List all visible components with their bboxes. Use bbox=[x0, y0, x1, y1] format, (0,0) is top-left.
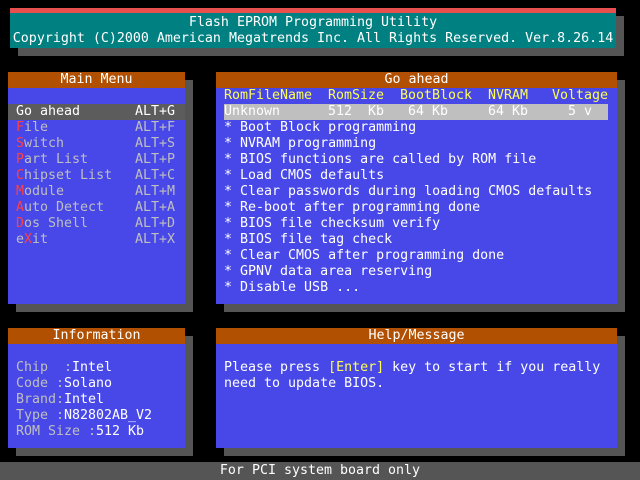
info-value-rom-size: 512 Kb bbox=[96, 424, 145, 439]
menu-item-label: odule bbox=[24, 184, 65, 199]
info-value-chip: Intel bbox=[72, 360, 113, 375]
menu-hotkey-letter: M bbox=[16, 184, 25, 199]
help-message-title: Help/Message bbox=[216, 328, 617, 344]
menu-hotkey-letter: S bbox=[16, 136, 25, 151]
info-label-rom-size: ROM Size bbox=[16, 424, 81, 439]
help-message-panel: Help/Message Please press [Enter] key to… bbox=[216, 328, 617, 448]
option-clear-passwords[interactable]: * Clear passwords during loading CMOS de… bbox=[224, 184, 592, 200]
information-panel: Information Chip : Intel Code : Solano B… bbox=[8, 328, 185, 448]
menu-shortcut: ALT+X bbox=[135, 232, 176, 247]
menu-item-part-list[interactable]: Part List ALT+P bbox=[8, 152, 185, 168]
app-title: Flash EPROM Programming Utility bbox=[188, 15, 438, 30]
option-clear-cmos-after-programming[interactable]: * Clear CMOS after programming done bbox=[224, 248, 504, 264]
info-colon: : bbox=[56, 376, 65, 391]
info-colon: : bbox=[56, 408, 65, 423]
menu-item-label: witch bbox=[24, 136, 65, 151]
column-header-romsize: RomSize bbox=[328, 88, 385, 103]
column-header-nvram: NVRAM bbox=[488, 88, 529, 103]
menu-item-label: ile bbox=[24, 120, 49, 135]
menu-item-label: it bbox=[32, 232, 49, 247]
menu-item-go-ahead[interactable]: Go ahead ALT+G bbox=[8, 104, 185, 120]
go-ahead-title: Go ahead bbox=[216, 72, 617, 88]
help-text: Please press bbox=[224, 360, 329, 375]
cell-bootblock: 64 Kb bbox=[408, 104, 449, 119]
menu-item-label: os Shell bbox=[24, 216, 89, 231]
menu-item-label: art List bbox=[24, 152, 89, 167]
menu-item-exit[interactable]: eXit ALT+X bbox=[8, 232, 185, 248]
cell-romfilename: Unknown bbox=[224, 104, 281, 119]
copyright-text: Copyright (C)2000 American Megatrends In… bbox=[12, 31, 614, 46]
info-label-code: Code bbox=[16, 376, 49, 391]
option-nvram-programming[interactable]: * NVRAM programming bbox=[224, 136, 376, 152]
information-title: Information bbox=[8, 328, 185, 344]
menu-hotkey-letter: C bbox=[16, 168, 25, 183]
info-colon: : bbox=[88, 424, 97, 439]
column-header-voltage: Voltage bbox=[552, 88, 609, 103]
menu-item-chipset-list[interactable]: Chipset List ALT+C bbox=[8, 168, 185, 184]
menu-shortcut: ALT+F bbox=[135, 120, 176, 135]
column-header-romfilename: RomFileName bbox=[224, 88, 313, 103]
cell-nvram: 64 Kb bbox=[488, 104, 529, 119]
option-bios-functions-rom-file[interactable]: * BIOS functions are called by ROM file bbox=[224, 152, 536, 168]
info-value-brand: Intel bbox=[64, 392, 105, 407]
menu-item-label: hipset List bbox=[24, 168, 113, 183]
header: Flash EPROM Programming Utility Copyrigh… bbox=[10, 13, 616, 48]
option-bios-tag-check[interactable]: * BIOS file tag check bbox=[224, 232, 392, 248]
status-text: For PCI system board only bbox=[219, 463, 421, 478]
info-colon: : bbox=[56, 392, 65, 407]
menu-item-label: uto Detect bbox=[24, 200, 105, 215]
menu-shortcut: ALT+P bbox=[135, 152, 176, 167]
menu-hotkey-letter: A bbox=[16, 200, 25, 215]
info-label-chip: Chip bbox=[16, 360, 49, 375]
cell-romsize: 512 Kb bbox=[328, 104, 385, 119]
menu-shortcut: ALT+G bbox=[135, 104, 176, 119]
column-header-bootblock: BootBlock bbox=[400, 88, 473, 103]
menu-item-file[interactable]: File ALT+F bbox=[8, 120, 185, 136]
menu-item-module[interactable]: Module ALT+M bbox=[8, 184, 185, 200]
option-reboot-after-programming[interactable]: * Re-boot after programming done bbox=[224, 200, 480, 216]
menu-hotkey-letter: X bbox=[24, 232, 33, 247]
info-value-type: N82802AB_V2 bbox=[64, 408, 153, 423]
menu-shortcut: ALT+C bbox=[135, 168, 176, 183]
info-value-code: Solano bbox=[64, 376, 113, 391]
help-line-1: Please press [Enter] key to start if you… bbox=[224, 360, 600, 376]
menu-shortcut: ALT+A bbox=[135, 200, 176, 215]
menu-hotkey-letter: P bbox=[16, 152, 25, 167]
menu-shortcut: ALT+S bbox=[135, 136, 176, 151]
menu-hotkey-letter: D bbox=[16, 216, 25, 231]
help-key-enter: [Enter] bbox=[328, 360, 385, 375]
menu-hotkey-letter: G bbox=[16, 104, 25, 119]
option-load-cmos-defaults[interactable]: * Load CMOS defaults bbox=[224, 168, 384, 184]
option-disable-usb[interactable]: * Disable USB ... bbox=[224, 280, 360, 296]
menu-item-auto-detect[interactable]: Auto Detect ALT+A bbox=[8, 200, 185, 216]
cell-voltage: 5 v bbox=[568, 104, 593, 119]
option-boot-block-programming[interactable]: * Boot Block programming bbox=[224, 120, 416, 136]
menu-shortcut: ALT+M bbox=[135, 184, 176, 199]
info-label-type: Type bbox=[16, 408, 49, 423]
main-menu-title: Main Menu bbox=[8, 72, 185, 88]
menu-item-switch[interactable]: Switch ALT+S bbox=[8, 136, 185, 152]
info-label-brand: Brand bbox=[16, 392, 57, 407]
help-line-2: need to update BIOS. bbox=[224, 376, 385, 391]
menu-item-label: o ahead bbox=[24, 104, 81, 119]
option-bios-checksum-verify[interactable]: * BIOS file checksum verify bbox=[224, 216, 440, 232]
menu-item-label: e bbox=[16, 232, 25, 247]
main-menu-panel: Main Menu Go ahead ALT+G File ALT+F Swit… bbox=[8, 72, 185, 304]
menu-item-dos-shell[interactable]: Dos Shell ALT+D bbox=[8, 216, 185, 232]
menu-hotkey-letter: F bbox=[16, 120, 25, 135]
go-ahead-panel: Go ahead RomFileName RomSize BootBlock N… bbox=[216, 72, 617, 304]
menu-shortcut: ALT+D bbox=[135, 216, 176, 231]
status-bar: For PCI system board only bbox=[0, 462, 640, 480]
info-colon: : bbox=[64, 360, 73, 375]
option-gpnv-reserving[interactable]: * GPNV data area reserving bbox=[224, 264, 432, 280]
help-text: key to start if you really bbox=[384, 360, 601, 375]
